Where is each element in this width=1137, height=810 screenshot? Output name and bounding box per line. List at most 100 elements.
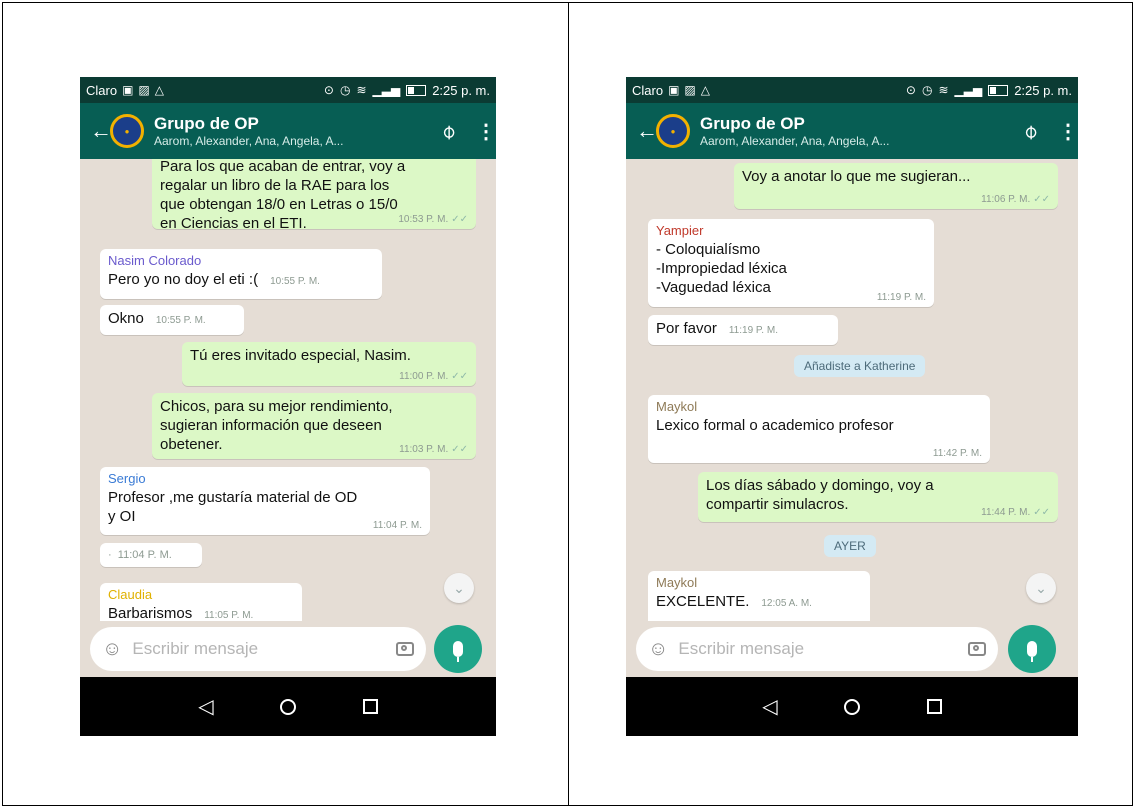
camera-icon[interactable] xyxy=(968,642,986,656)
message-bubble[interactable]: Okno 10:55 P. M. xyxy=(100,305,244,335)
group-title-area[interactable]: Grupo de OP Aarom, Alexander, Ana, Angel… xyxy=(154,114,442,148)
clock-icon: ◷ xyxy=(339,83,351,97)
input-bar: ☺ Escribir mensaje xyxy=(626,621,1078,677)
message-time: 10:53 P. M. ✓✓ xyxy=(398,214,468,225)
battery-icon xyxy=(406,84,427,96)
message-time: 10:55 P. M. xyxy=(155,315,206,326)
message-text: · 11:04 P. M. xyxy=(108,549,172,561)
message-bubble[interactable]: Sergio Profesor ,me gustaría material de… xyxy=(100,467,430,535)
scroll-down-icon[interactable]: ⌄ xyxy=(1026,573,1056,603)
message-time: 11:00 P. M. ✓✓ xyxy=(399,371,468,382)
message-sender: Sergio xyxy=(108,471,146,486)
message-time: 10:55 P. M. xyxy=(270,276,320,287)
message-bubble[interactable]: Por favor 11:19 P. M. xyxy=(648,315,838,345)
message-input[interactable]: ☺ Escribir mensaje xyxy=(90,627,426,671)
message-bubble[interactable]: Los días sábado y domingo, voy a compart… xyxy=(698,472,1058,522)
message-sender: Yampier xyxy=(656,223,704,238)
group-members: Aarom, Alexander, Ana, Angela, A... xyxy=(154,134,344,148)
read-ticks-icon: ✓✓ xyxy=(1033,194,1050,205)
status-time: 2:25 p. m. xyxy=(1014,82,1072,98)
nav-recents-icon[interactable] xyxy=(904,699,964,714)
message-bubble[interactable]: Voy a anotar lo que me sugieran... 11:06… xyxy=(734,163,1058,209)
message-text: Okno 10:55 P. M. xyxy=(108,309,236,330)
message-bubble[interactable]: Tú eres invitado especial, Nasim. 11:00 … xyxy=(182,342,476,386)
nav-back-icon[interactable]: ◁ xyxy=(176,694,236,719)
status-time: 2:25 p. m. xyxy=(432,82,490,98)
group-avatar-icon[interactable]: ● xyxy=(656,114,690,148)
message-bubble[interactable]: Yampier - Coloquialísmo -Impropiedad léx… xyxy=(648,219,934,307)
nav-back-icon[interactable]: ◁ xyxy=(740,694,800,719)
wifi-icon: ≋ xyxy=(356,83,367,97)
signal-icon: ▁▃▅ xyxy=(954,83,983,97)
message-time: 11:04 P. M. xyxy=(372,520,422,531)
read-ticks-icon: ✓✓ xyxy=(451,444,468,455)
message-sender: Maykol xyxy=(656,399,698,414)
message-text: Por favor 11:19 P. M. xyxy=(656,319,830,340)
message-time: 11:19 P. M. xyxy=(728,325,778,336)
read-ticks-icon: ✓✓ xyxy=(1033,507,1050,518)
scroll-down-icon[interactable]: ⌄ xyxy=(444,573,474,603)
message-bubble[interactable]: Nasim Colorado Pero yo no doy el eti :(1… xyxy=(100,249,382,299)
group-members: Aarom, Alexander, Ana, Angela, A... xyxy=(700,134,890,148)
message-time: 11:03 P. M. ✓✓ xyxy=(399,444,468,455)
message-sender: Nasim Colorado xyxy=(108,253,202,268)
message-bubble[interactable]: Maykol Lexico formal o academico profeso… xyxy=(648,395,990,463)
status-bar: Claro ▣ ▨ △ ⊙ ◷ ≋ ▁▃▅ 2:25 p. m. xyxy=(626,77,1078,103)
gallery-icon: ▨ xyxy=(684,83,696,97)
clock-icon: ◷ xyxy=(921,83,933,97)
emoji-icon[interactable]: ☺ xyxy=(102,638,122,661)
read-ticks-icon: ✓✓ xyxy=(451,371,468,382)
message-bubble[interactable]: Chicos, para su mejor rendimiento, sugie… xyxy=(152,393,476,459)
message-bubble[interactable]: · 11:04 P. M. xyxy=(100,543,202,567)
message-time: 11:19 P. M. xyxy=(876,292,926,303)
nav-recents-icon[interactable] xyxy=(340,699,400,714)
chat-header: ← ● Grupo de OP Aarom, Alexander, Ana, A… xyxy=(626,103,1078,159)
message-sender: Maykol xyxy=(656,575,698,590)
input-placeholder: Escribir mensaje xyxy=(132,639,259,658)
input-bar: ☺ Escribir mensaje xyxy=(80,621,496,677)
message-text: Pero yo no doy el eti :(10:55 P. M. xyxy=(108,270,374,291)
wifi-icon: ≋ xyxy=(938,83,949,97)
message-bubble[interactable]: Maykol EXCELENTE. 12:05 A. M. xyxy=(648,571,870,621)
nav-home-icon[interactable] xyxy=(822,698,882,715)
chat-header: ← ● Grupo de OP Aarom, Alexander, Ana, A… xyxy=(80,103,496,159)
menu-icon[interactable]: ⋮ xyxy=(1058,119,1078,144)
alarm-icon: ⊙ xyxy=(323,83,334,97)
back-arrow-icon[interactable]: ← xyxy=(636,118,658,144)
chat-area[interactable]: Para los que acaban de entrar, voy a reg… xyxy=(80,159,496,621)
message-input[interactable]: ☺ Escribir mensaje xyxy=(636,627,998,671)
message-text: Tú eres invitado especial, Nasim. xyxy=(190,347,411,364)
notification-icon: ▣ xyxy=(122,83,134,97)
camera-icon[interactable] xyxy=(396,642,414,656)
back-arrow-icon[interactable]: ← xyxy=(90,118,112,144)
status-bar: Claro ▣ ▨ △ ⊙ ◷ ≋ ▁▃▅ 2:25 p. m. xyxy=(80,77,496,103)
mic-icon[interactable] xyxy=(434,625,482,673)
message-bubble[interactable]: Claudia Barbarismos 11:05 P. M. xyxy=(100,583,302,621)
menu-icon[interactable]: ⋮ xyxy=(476,119,496,144)
message-text: Lexico formal o academico profesor xyxy=(656,417,894,434)
gallery-icon: ▨ xyxy=(138,83,150,97)
message-bubble[interactable]: Para los que acaban de entrar, voy a reg… xyxy=(152,159,476,232)
message-time: 11:06 P. M. ✓✓ xyxy=(981,194,1050,205)
message-sender: Claudia xyxy=(108,587,153,602)
notification-icon: ▣ xyxy=(668,83,680,97)
group-name: Grupo de OP xyxy=(700,114,805,133)
group-avatar-icon[interactable]: ● xyxy=(110,114,144,148)
chat-area[interactable]: Voy a anotar lo que me sugieran... 11:06… xyxy=(626,159,1078,621)
signal-icon: ▁▃▅ xyxy=(372,83,401,97)
input-placeholder: Escribir mensaje xyxy=(678,639,805,658)
emoji-icon[interactable]: ☺ xyxy=(648,638,668,661)
message-time: 11:44 P. M. ✓✓ xyxy=(981,507,1050,518)
shopping-icon: △ xyxy=(154,83,164,97)
message-time: 11:05 P. M. xyxy=(204,610,254,621)
read-ticks-icon: ✓✓ xyxy=(451,214,468,225)
mic-icon[interactable] xyxy=(1008,625,1056,673)
android-nav-bar: ◁ xyxy=(626,677,1078,736)
message-time: 11:42 P. M. xyxy=(932,448,982,459)
system-message: Añadiste a Katherine xyxy=(794,355,926,377)
android-nav-bar: ◁ xyxy=(80,677,496,736)
nav-home-icon[interactable] xyxy=(258,698,318,715)
message-time: 12:05 A. M. xyxy=(761,598,812,609)
group-title-area[interactable]: Grupo de OP Aarom, Alexander, Ana, Angel… xyxy=(700,114,1024,148)
message-text: - Coloquialísmo -Impropiedad léxica -Vag… xyxy=(656,241,787,296)
